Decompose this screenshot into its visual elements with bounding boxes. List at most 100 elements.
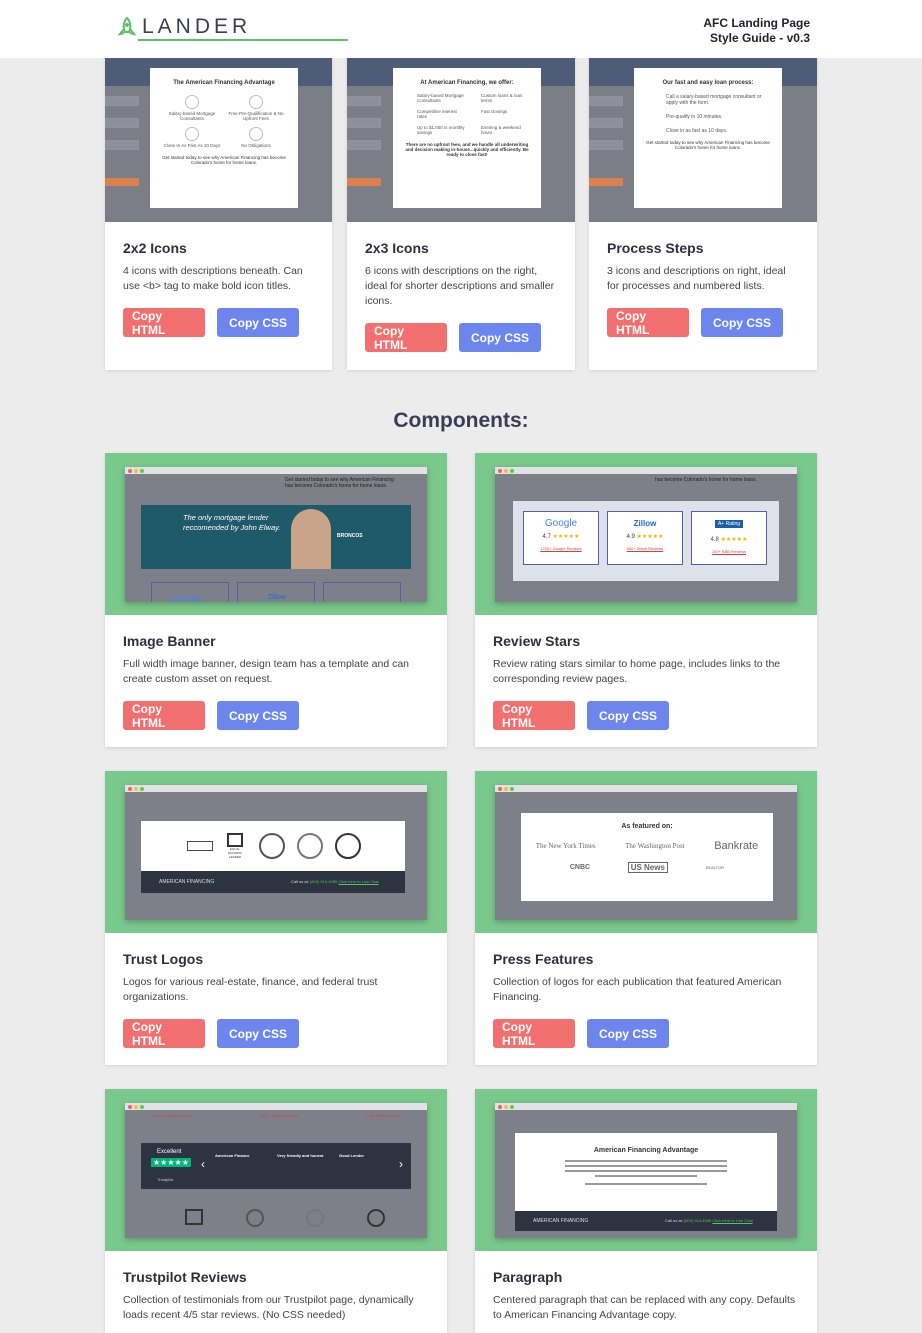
- review-score: 4.8 ★★★★★: [710, 537, 748, 543]
- copy-html-button[interactable]: Copy HTML: [365, 323, 447, 352]
- review-score: 4.9 ★★★★★: [626, 534, 664, 540]
- preview-item: Salary-based Mortgage Consultants: [417, 93, 464, 103]
- seal-logo: [297, 833, 323, 859]
- trust-logo-row: [185, 1209, 385, 1227]
- preview-step-list: Call a salary-based mortgage consultant …: [634, 86, 782, 134]
- card-preview: At American Financing, we offer: Salary-…: [347, 34, 575, 222]
- copy-html-button[interactable]: Copy HTML: [123, 701, 205, 730]
- review-link[interactable]: 100+ BBB Reviews: [692, 549, 766, 554]
- review-link[interactable]: 1700+ Google Reviews: [151, 1113, 192, 1118]
- card-review-stars: has become Colorado's home for home loan…: [475, 453, 817, 747]
- review-link[interactable]: 100+ BBB Reviews: [367, 1113, 401, 1118]
- preview-browser: 1700+ Google Reviews 600+ Zillow Reviews…: [125, 1103, 427, 1238]
- house-icon: [227, 833, 243, 847]
- card-description: 3 icons and descriptions on right, ideal…: [607, 265, 786, 292]
- preview-item: Custom loans & loan terms: [481, 93, 523, 103]
- preview-logo-box: [323, 582, 401, 602]
- card-paragraph: American Financing Advantage AMERICAN FI…: [475, 1089, 817, 1333]
- rocket-icon: [117, 16, 137, 36]
- copy-css-button[interactable]: Copy CSS: [587, 1019, 669, 1048]
- equal-housing-text: EQUAL HOUSING LENDER: [227, 847, 242, 859]
- preview-footer-bar: AMERICAN FINANCING Call us at: (800) 910…: [141, 871, 405, 893]
- preview-item: Close In As Fast As 10 Days: [160, 124, 224, 151]
- carousel-next-icon[interactable]: ›: [399, 1157, 403, 1171]
- realtor-logo: REALTOR: [705, 865, 725, 870]
- review-title: American Finance: [215, 1153, 250, 1158]
- preview-panel: At American Financing, we offer: Salary-…: [393, 68, 541, 208]
- card-description: Full width image banner, design team has…: [123, 658, 410, 685]
- preview-form-button: [105, 178, 139, 186]
- preview-step: Close in as fast as 10 days.: [666, 128, 728, 134]
- copy-css-button[interactable]: Copy CSS: [701, 308, 783, 337]
- button-row: Copy HTML Copy CSS: [493, 1019, 799, 1048]
- doc-title: AFC Landing Page Style Guide - v0.3: [703, 16, 810, 46]
- preview-form-button: [589, 178, 623, 186]
- button-row: Copy HTML Copy CSS: [365, 323, 557, 352]
- copy-css-button[interactable]: Copy CSS: [459, 323, 541, 352]
- carousel-prev-icon[interactable]: ‹: [201, 1157, 205, 1171]
- card-title: Paragraph: [493, 1269, 563, 1285]
- preview-item: Free Pre-Qualification & No Upfront Fees: [224, 92, 288, 124]
- copy-css-button[interactable]: Copy CSS: [217, 1019, 299, 1048]
- trust-logo: [187, 841, 213, 851]
- rating-stars: ★★★★★: [151, 1158, 191, 1167]
- browser-bar: [125, 1103, 427, 1110]
- copy-css-button[interactable]: Copy CSS: [217, 308, 299, 337]
- logo-underline: [138, 39, 348, 41]
- footer-call: Call us at: (800) 910-4055 Click here to…: [291, 879, 379, 884]
- paragraph-lines: [565, 1160, 727, 1185]
- preview-form-field: [347, 96, 381, 106]
- seal-logo: [366, 1209, 385, 1227]
- preview-browser: EQUAL HOUSING LENDER AMERICAN FINANCING …: [125, 785, 427, 920]
- copy-html-button[interactable]: Copy HTML: [493, 1019, 575, 1048]
- seal-logo: [245, 1209, 264, 1227]
- card-body: 2x2 Icons 4 icons with descriptions bene…: [123, 240, 314, 337]
- preview-icon-grid: Salary-based Mortgage Consultants Custom…: [393, 86, 541, 138]
- review-link[interactable]: 600+ Zillow Reviews: [261, 1113, 298, 1118]
- copy-css-button[interactable]: Copy CSS: [587, 701, 669, 730]
- card-title: Press Features: [493, 951, 594, 967]
- copy-html-button[interactable]: Copy HTML: [493, 701, 575, 730]
- copy-html-button[interactable]: Copy HTML: [123, 1019, 205, 1048]
- card-preview: has become Colorado's home for home loan…: [475, 453, 817, 615]
- copy-html-button[interactable]: Copy HTML: [123, 308, 205, 337]
- browser-bar: [495, 785, 797, 792]
- card-trustpilot-reviews: 1700+ Google Reviews 600+ Zillow Reviews…: [105, 1089, 447, 1333]
- button-row: Copy HTML Copy CSS: [123, 1019, 429, 1048]
- preview-item: Up to $1,000 in monthly savings: [417, 125, 465, 135]
- cnbc-logo: CNBC: [569, 864, 591, 871]
- preview-form-field: [105, 118, 139, 128]
- preview-form-field: [105, 140, 139, 150]
- review-link[interactable]: 1700+ Google Reviews: [524, 546, 598, 551]
- card-description: Logos for various real-estate, finance, …: [123, 976, 378, 1003]
- card-title: 2x3 Icons: [365, 240, 429, 256]
- card-title: Process Steps: [607, 240, 704, 256]
- press-logo-row: CNBC US News REALTOR: [521, 862, 773, 873]
- card-2x2-icons: The American Financing Advantage Salary-…: [105, 34, 332, 370]
- copy-css-button[interactable]: Copy CSS: [217, 701, 299, 730]
- card-preview: Our fast and easy loan process: Call a s…: [589, 34, 817, 222]
- review-box: Google 4.7 ★★★★★ 1700+ Google Reviews: [523, 511, 599, 565]
- copy-html-button[interactable]: Copy HTML: [607, 308, 689, 337]
- card-press-features: As featured on: The New York Times The W…: [475, 771, 817, 1065]
- card-body: Press Features Collection of logos for e…: [493, 951, 799, 1048]
- card-description: 4 icons with descriptions beneath. Can u…: [123, 265, 303, 292]
- review-title: Very friendly and honest: [277, 1153, 324, 1158]
- preview-form-field: [589, 140, 623, 150]
- review-link[interactable]: 600+ Zillow Reviews: [608, 546, 682, 551]
- lander-logo[interactable]: LANDER: [116, 16, 348, 41]
- preview-item: Competitive interest rates: [417, 109, 457, 119]
- card-body: 2x3 Icons 6 icons with descriptions on t…: [365, 240, 557, 352]
- preview-browser: has become Colorado's home for home loan…: [495, 467, 797, 602]
- card-preview: Get started today to see why American Fi…: [105, 453, 447, 615]
- card-title: Review Stars: [493, 633, 581, 649]
- card-preview: EQUAL HOUSING LENDER AMERICAN FINANCING …: [105, 771, 447, 933]
- preview-footer-bar: AMERICAN FINANCING Call us at: (800) 910…: [515, 1211, 777, 1231]
- preview-item: Salary-based Mortgage Consultants: [160, 92, 224, 124]
- preview-form-field: [347, 140, 381, 150]
- preview-press-band: As featured on: The New York Times The W…: [521, 813, 773, 901]
- preview-top-text: Get started today to see why American Fi…: [285, 477, 394, 489]
- footer-brand: AMERICAN FINANCING: [159, 879, 215, 885]
- card-body: Trustpilot Reviews Collection of testimo…: [123, 1269, 429, 1323]
- card-process-steps: Our fast and easy loan process: Call a s…: [589, 34, 817, 370]
